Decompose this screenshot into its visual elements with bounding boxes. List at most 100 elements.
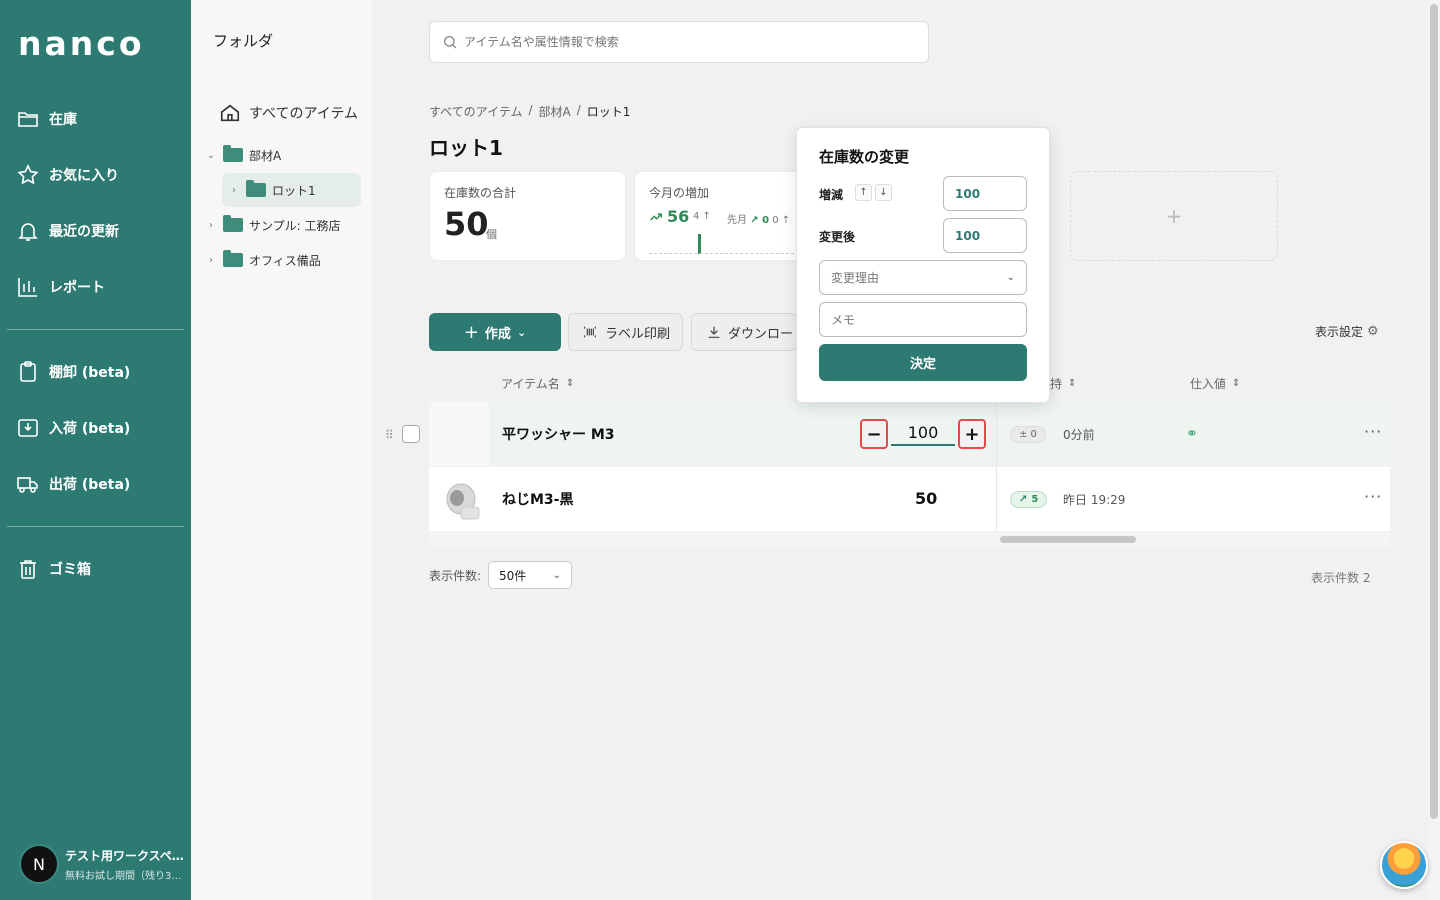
nav-item-trash[interactable]: ゴミ箱 <box>16 554 91 584</box>
folder-icon <box>223 215 243 232</box>
download-label: ダウンロー <box>728 326 794 342</box>
nav-item-recent[interactable]: 最近の更新 <box>16 216 119 246</box>
search-bar[interactable] <box>429 21 929 63</box>
more-options-icon[interactable]: ··· <box>1364 422 1382 441</box>
total-stock-card: 在庫数の合計 50 個 <box>429 171 626 261</box>
increment-button[interactable]: + <box>958 419 986 449</box>
reason-placeholder: 変更理由 <box>831 271 880 285</box>
after-input[interactable]: 100 <box>943 218 1027 253</box>
folder-label: ロット1 <box>272 183 316 198</box>
nav-item-inventory[interactable]: 在庫 <box>16 104 77 134</box>
folder-item-office[interactable]: › オフィス備品 <box>205 243 321 277</box>
last-month-value: 0 <box>762 215 770 226</box>
delta-input[interactable]: 100 <box>943 176 1027 211</box>
column-divider <box>996 402 997 466</box>
page-scrollbar[interactable] <box>1428 0 1440 900</box>
popover-title: 在庫数の変更 <box>819 148 910 166</box>
table-row[interactable]: ねじM3-黒 50 ↗ 5 昨日 19:29 ··· <box>429 467 1390 531</box>
quantity-value[interactable]: 50 <box>915 489 937 508</box>
row-checkbox[interactable] <box>402 425 420 443</box>
nav-item-label: 入荷 (beta) <box>49 421 131 437</box>
arrow-down-icon[interactable]: ↓ <box>875 184 892 201</box>
scrollbar-thumb[interactable] <box>1430 4 1438 819</box>
barcode-icon <box>584 326 596 338</box>
create-button[interactable]: + 作成 ⌄ <box>429 313 561 351</box>
column-header-label: アイテム名 <box>501 377 560 391</box>
updated-time: 昨日 19:29 <box>1063 493 1126 507</box>
folder-label: 部材A <box>249 148 282 163</box>
item-name[interactable]: 平ワッシャー M3 <box>502 424 615 444</box>
nav-item-label: 出荷 (beta) <box>49 477 131 493</box>
folder-all-items[interactable]: すべてのアイテム <box>219 96 358 130</box>
breadcrumb-item[interactable]: 部材A <box>539 103 571 120</box>
submit-button[interactable]: 決定 <box>819 344 1027 381</box>
reason-select[interactable]: 変更理由 ⌄ <box>819 260 1027 295</box>
folder-label: サンプル: 工務店 <box>249 218 341 233</box>
memo-input[interactable]: メモ <box>819 302 1027 337</box>
card-label: 今月の増加 <box>649 186 710 200</box>
folder-item-lot1[interactable]: › ロット1 <box>222 173 361 207</box>
app-logo[interactable]: nanco <box>18 24 145 63</box>
table-horizontal-scrollbar[interactable] <box>429 532 1390 548</box>
decrement-button[interactable]: − <box>860 419 888 449</box>
updated-time: 0分前 <box>1063 428 1095 442</box>
nav-item-inbound[interactable]: 入荷 (beta) <box>16 413 130 443</box>
column-header-holder[interactable]: 持 ⇕ <box>1050 375 1076 392</box>
folder-all-items-label: すべてのアイテム <box>249 106 359 122</box>
breadcrumb-separator: / <box>576 103 581 117</box>
chevron-right-icon[interactable]: › <box>205 220 217 231</box>
nav-item-favorites[interactable]: お気に入り <box>16 160 119 190</box>
nav-item-label: ゴミ箱 <box>49 562 91 578</box>
label-print-button[interactable]: ラベル印刷 <box>568 313 683 351</box>
table-row[interactable]: 平ワッシャー M3 − 100 + ± 0 0分前 ⚭ ··· <box>429 402 1390 466</box>
increase-value: 56 <box>667 207 690 226</box>
nav-item-label: レポート <box>49 280 105 296</box>
stock-change-popover: 在庫数の変更 増減 ↑ ↓ 100 変更後 100 変更理由 ⌄ メモ 決定 <box>796 127 1050 403</box>
page-size-select[interactable]: 50件 ⌄ <box>488 561 572 589</box>
increase-sub: 4 ↑ <box>693 211 711 222</box>
chevron-right-icon[interactable]: › <box>205 255 217 266</box>
more-options-icon[interactable]: ··· <box>1364 487 1382 506</box>
column-header-cost[interactable]: 仕入値 ⇕ <box>1190 375 1240 392</box>
search-input[interactable] <box>464 35 904 49</box>
display-settings-button[interactable]: 表示設定 ⚙ <box>1315 323 1379 340</box>
drag-handle-icon[interactable]: ⠿ <box>385 428 394 442</box>
arrow-up-icon[interactable]: ↑ <box>855 184 872 201</box>
nav-item-outbound[interactable]: 出荷 (beta) <box>16 469 130 499</box>
scrollbar-thumb[interactable] <box>1000 536 1136 543</box>
folder-item-buzai-a[interactable]: ⌄ 部材A <box>205 138 281 172</box>
chevron-down-icon[interactable]: ⌄ <box>205 150 217 161</box>
chevron-down-icon: ⌄ <box>516 325 527 339</box>
link-icon[interactable]: ⚭ <box>1186 426 1198 442</box>
breadcrumb-item[interactable]: すべてのアイテム <box>429 103 522 120</box>
delta-badge: ± 0 <box>1010 426 1046 443</box>
add-card-button[interactable]: + <box>1070 171 1278 261</box>
workspace-plan: 無料お試し期間（残り3… <box>65 870 182 882</box>
workspace-switcher[interactable]: N テスト用ワークスペ… 無料お試し期間（残り3… <box>16 844 184 884</box>
delta-badge: ↗ 5 <box>1010 491 1048 508</box>
quantity-input[interactable]: 100 <box>891 423 955 446</box>
column-header-label: 持 <box>1050 377 1063 391</box>
nav-item-stocktake[interactable]: 棚卸 (beta) <box>16 357 130 387</box>
nav-divider <box>7 329 184 330</box>
trend-up-icon <box>650 212 662 220</box>
delta-value: 5 <box>1031 494 1039 505</box>
truck-icon <box>17 477 38 493</box>
search-icon <box>444 36 457 49</box>
label-print-label: ラベル印刷 <box>604 326 670 342</box>
column-header-name[interactable]: アイテム名 ⇕ <box>501 375 574 392</box>
folder-item-sample[interactable]: › サンプル: 工務店 <box>205 208 341 242</box>
delta-label: 増減 <box>819 188 844 202</box>
nav-item-reports[interactable]: レポート <box>16 272 105 302</box>
chevron-down-icon: ⌄ <box>552 569 561 581</box>
chart-icon <box>18 278 37 297</box>
download-button[interactable]: ダウンロー <box>691 313 797 351</box>
after-label: 変更後 <box>819 230 856 244</box>
item-name[interactable]: ねじM3-黒 <box>502 489 573 509</box>
nav-item-label: 棚卸 (beta) <box>49 365 131 381</box>
chevron-right-icon[interactable]: › <box>228 185 240 196</box>
folder-label: オフィス備品 <box>249 253 321 268</box>
sort-icon: ⇕ <box>1232 378 1241 389</box>
card-unit: 個 <box>486 228 497 241</box>
assistant-avatar-button[interactable] <box>1380 841 1428 889</box>
